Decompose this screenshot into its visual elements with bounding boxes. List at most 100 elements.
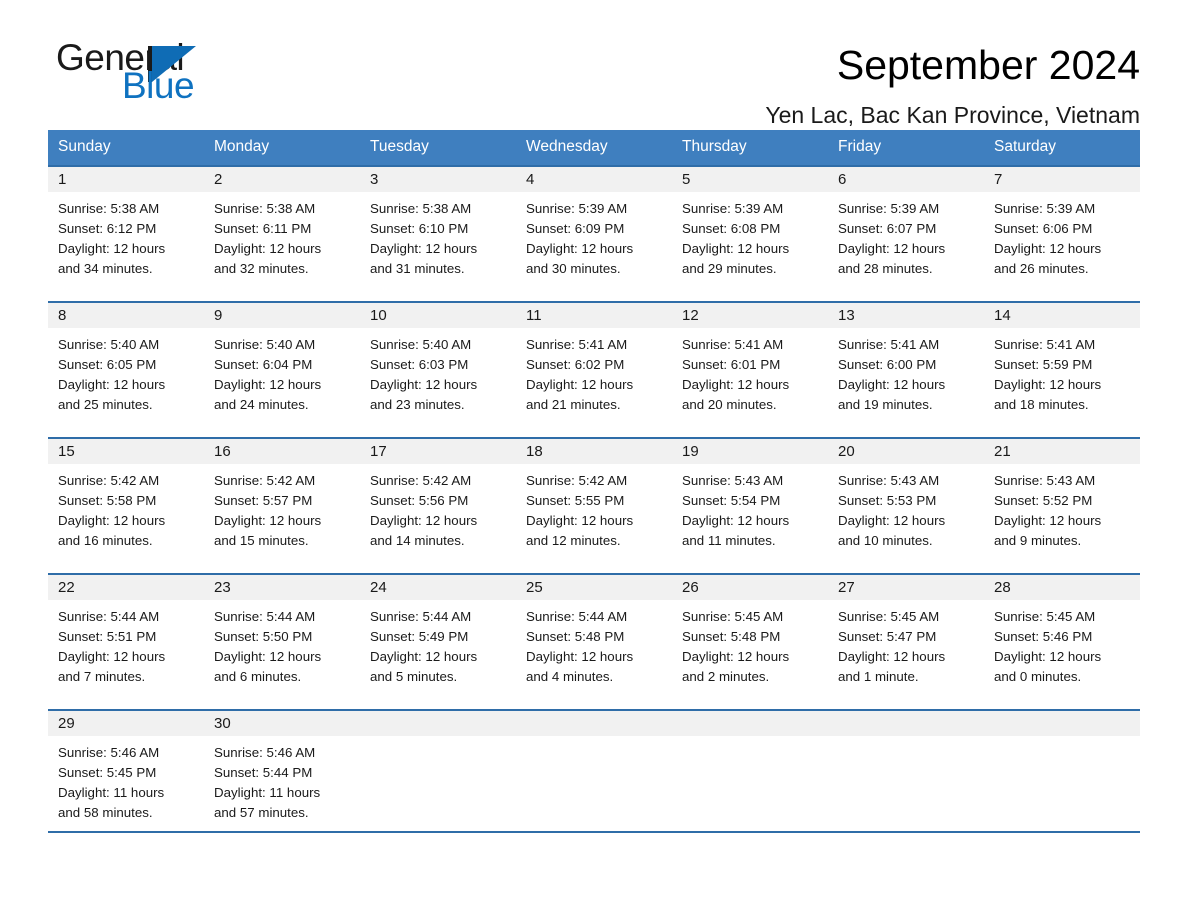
sunset-text: Sunset: 5:46 PM bbox=[994, 629, 1093, 644]
day-cell[interactable]: 8 Sunrise: 5:40 AM Sunset: 6:05 PM Dayli… bbox=[48, 303, 204, 437]
sunset-text: Sunset: 5:48 PM bbox=[526, 629, 625, 644]
sunrise-text: Sunrise: 5:41 AM bbox=[682, 337, 784, 352]
daylight-text-line2: and 1 minute. bbox=[838, 669, 919, 684]
day-number: 6 bbox=[828, 167, 984, 192]
day-cell[interactable]: 30 Sunrise: 5:46 AM Sunset: 5:44 PM Dayl… bbox=[204, 711, 360, 831]
day-cell[interactable]: 10 Sunrise: 5:40 AM Sunset: 6:03 PM Dayl… bbox=[360, 303, 516, 437]
sunrise-text: Sunrise: 5:40 AM bbox=[370, 337, 472, 352]
day-cell[interactable]: 4 Sunrise: 5:39 AM Sunset: 6:09 PM Dayli… bbox=[516, 167, 672, 301]
sunrise-text: Sunrise: 5:38 AM bbox=[214, 201, 316, 216]
generalblue-logo[interactable]: General Blue bbox=[48, 38, 248, 110]
location-subtitle: Yen Lac, Bac Kan Province, Vietnam bbox=[765, 102, 1140, 128]
day-details: Sunrise: 5:44 AM Sunset: 5:49 PM Dayligh… bbox=[360, 600, 516, 687]
daylight-text-line2: and 16 minutes. bbox=[58, 533, 153, 548]
daylight-text-line1: Daylight: 12 hours bbox=[682, 377, 790, 392]
daylight-text-line2: and 32 minutes. bbox=[214, 261, 309, 276]
day-cell[interactable]: 3 Sunrise: 5:38 AM Sunset: 6:10 PM Dayli… bbox=[360, 167, 516, 301]
sunset-text: Sunset: 5:52 PM bbox=[994, 493, 1093, 508]
day-cell[interactable]: 15 Sunrise: 5:42 AM Sunset: 5:58 PM Dayl… bbox=[48, 439, 204, 573]
day-cell[interactable]: 29 Sunrise: 5:46 AM Sunset: 5:45 PM Dayl… bbox=[48, 711, 204, 831]
day-cell[interactable]: 12 Sunrise: 5:41 AM Sunset: 6:01 PM Dayl… bbox=[672, 303, 828, 437]
day-cell[interactable]: 11 Sunrise: 5:41 AM Sunset: 6:02 PM Dayl… bbox=[516, 303, 672, 437]
sunset-text: Sunset: 5:54 PM bbox=[682, 493, 781, 508]
day-cell[interactable]: 13 Sunrise: 5:41 AM Sunset: 6:00 PM Dayl… bbox=[828, 303, 984, 437]
daylight-text-line1: Daylight: 12 hours bbox=[58, 377, 166, 392]
sunset-text: Sunset: 5:53 PM bbox=[838, 493, 937, 508]
sunrise-text: Sunrise: 5:40 AM bbox=[58, 337, 160, 352]
sunset-text: Sunset: 5:59 PM bbox=[994, 357, 1093, 372]
daylight-text-line1: Daylight: 12 hours bbox=[370, 241, 478, 256]
sunrise-text: Sunrise: 5:41 AM bbox=[994, 337, 1096, 352]
daylight-text-line1: Daylight: 12 hours bbox=[370, 649, 478, 664]
sunrise-text: Sunrise: 5:42 AM bbox=[526, 473, 628, 488]
sunset-text: Sunset: 6:10 PM bbox=[370, 221, 469, 236]
day-cell[interactable]: 26 Sunrise: 5:45 AM Sunset: 5:48 PM Dayl… bbox=[672, 575, 828, 709]
day-cell[interactable]: 14 Sunrise: 5:41 AM Sunset: 5:59 PM Dayl… bbox=[984, 303, 1140, 437]
day-cell[interactable]: 19 Sunrise: 5:43 AM Sunset: 5:54 PM Dayl… bbox=[672, 439, 828, 573]
day-details: Sunrise: 5:46 AM Sunset: 5:45 PM Dayligh… bbox=[48, 736, 204, 823]
day-cell[interactable]: 9 Sunrise: 5:40 AM Sunset: 6:04 PM Dayli… bbox=[204, 303, 360, 437]
day-details: Sunrise: 5:46 AM Sunset: 5:44 PM Dayligh… bbox=[204, 736, 360, 823]
daylight-text-line1: Daylight: 12 hours bbox=[838, 241, 946, 256]
daylight-text-line1: Daylight: 12 hours bbox=[838, 513, 946, 528]
daylight-text-line2: and 0 minutes. bbox=[994, 669, 1082, 684]
daylight-text-line1: Daylight: 12 hours bbox=[526, 241, 634, 256]
calendar-week-row: 15 Sunrise: 5:42 AM Sunset: 5:58 PM Dayl… bbox=[48, 437, 1140, 573]
daylight-text-line1: Daylight: 11 hours bbox=[58, 785, 165, 800]
day-details: Sunrise: 5:42 AM Sunset: 5:57 PM Dayligh… bbox=[204, 464, 360, 551]
daylight-text-line2: and 34 minutes. bbox=[58, 261, 153, 276]
day-cell[interactable]: 17 Sunrise: 5:42 AM Sunset: 5:56 PM Dayl… bbox=[360, 439, 516, 573]
day-number bbox=[516, 711, 672, 736]
day-cell[interactable]: 22 Sunrise: 5:44 AM Sunset: 5:51 PM Dayl… bbox=[48, 575, 204, 709]
day-number: 20 bbox=[828, 439, 984, 464]
day-cell[interactable]: 25 Sunrise: 5:44 AM Sunset: 5:48 PM Dayl… bbox=[516, 575, 672, 709]
day-cell[interactable]: 7 Sunrise: 5:39 AM Sunset: 6:06 PM Dayli… bbox=[984, 167, 1140, 301]
day-cell[interactable]: 24 Sunrise: 5:44 AM Sunset: 5:49 PM Dayl… bbox=[360, 575, 516, 709]
daylight-text-line2: and 25 minutes. bbox=[58, 397, 153, 412]
day-details: Sunrise: 5:41 AM Sunset: 5:59 PM Dayligh… bbox=[984, 328, 1140, 415]
sunset-text: Sunset: 5:49 PM bbox=[370, 629, 469, 644]
daylight-text-line2: and 21 minutes. bbox=[526, 397, 621, 412]
day-details: Sunrise: 5:45 AM Sunset: 5:46 PM Dayligh… bbox=[984, 600, 1140, 687]
day-details: Sunrise: 5:44 AM Sunset: 5:50 PM Dayligh… bbox=[204, 600, 360, 687]
sunset-text: Sunset: 6:05 PM bbox=[58, 357, 157, 372]
day-cell[interactable]: 18 Sunrise: 5:42 AM Sunset: 5:55 PM Dayl… bbox=[516, 439, 672, 573]
sunset-text: Sunset: 5:47 PM bbox=[838, 629, 937, 644]
day-number: 13 bbox=[828, 303, 984, 328]
sunrise-text: Sunrise: 5:43 AM bbox=[994, 473, 1096, 488]
sunrise-text: Sunrise: 5:42 AM bbox=[370, 473, 472, 488]
weekday-header-monday: Monday bbox=[214, 138, 270, 155]
daylight-text-line1: Daylight: 12 hours bbox=[838, 649, 946, 664]
day-cell[interactable]: 6 Sunrise: 5:39 AM Sunset: 6:07 PM Dayli… bbox=[828, 167, 984, 301]
daylight-text-line2: and 14 minutes. bbox=[370, 533, 465, 548]
day-details: Sunrise: 5:45 AM Sunset: 5:48 PM Dayligh… bbox=[672, 600, 828, 687]
sunset-text: Sunset: 5:51 PM bbox=[58, 629, 157, 644]
day-cell[interactable]: 1 Sunrise: 5:38 AM Sunset: 6:12 PM Dayli… bbox=[48, 167, 204, 301]
day-cell[interactable]: 21 Sunrise: 5:43 AM Sunset: 5:52 PM Dayl… bbox=[984, 439, 1140, 573]
weekday-header-wednesday: Wednesday bbox=[526, 138, 608, 155]
day-number: 28 bbox=[984, 575, 1140, 600]
day-cell[interactable]: 20 Sunrise: 5:43 AM Sunset: 5:53 PM Dayl… bbox=[828, 439, 984, 573]
sunset-text: Sunset: 5:55 PM bbox=[526, 493, 625, 508]
day-number: 19 bbox=[672, 439, 828, 464]
daylight-text-line1: Daylight: 12 hours bbox=[526, 649, 634, 664]
day-details: Sunrise: 5:39 AM Sunset: 6:09 PM Dayligh… bbox=[516, 192, 672, 279]
day-cell[interactable]: 5 Sunrise: 5:39 AM Sunset: 6:08 PM Dayli… bbox=[672, 167, 828, 301]
daylight-text-line2: and 31 minutes. bbox=[370, 261, 465, 276]
sunrise-text: Sunrise: 5:38 AM bbox=[370, 201, 472, 216]
day-cell[interactable]: 16 Sunrise: 5:42 AM Sunset: 5:57 PM Dayl… bbox=[204, 439, 360, 573]
day-cell[interactable]: 2 Sunrise: 5:38 AM Sunset: 6:11 PM Dayli… bbox=[204, 167, 360, 301]
day-cell[interactable]: 27 Sunrise: 5:45 AM Sunset: 5:47 PM Dayl… bbox=[828, 575, 984, 709]
logo-text-blue: Blue bbox=[122, 65, 195, 106]
page-header: General Blue September 2024 Yen Lac, Bac… bbox=[48, 0, 1140, 129]
sunrise-text: Sunrise: 5:39 AM bbox=[526, 201, 628, 216]
daylight-text-line2: and 58 minutes. bbox=[58, 805, 153, 820]
day-cell[interactable]: 23 Sunrise: 5:44 AM Sunset: 5:50 PM Dayl… bbox=[204, 575, 360, 709]
daylight-text-line1: Daylight: 12 hours bbox=[370, 377, 478, 392]
daylight-text-line2: and 30 minutes. bbox=[526, 261, 621, 276]
day-cell[interactable]: 28 Sunrise: 5:45 AM Sunset: 5:46 PM Dayl… bbox=[984, 575, 1140, 709]
sunrise-text: Sunrise: 5:44 AM bbox=[526, 609, 628, 624]
daylight-text-line2: and 26 minutes. bbox=[994, 261, 1089, 276]
day-details: Sunrise: 5:40 AM Sunset: 6:05 PM Dayligh… bbox=[48, 328, 204, 415]
day-number: 21 bbox=[984, 439, 1140, 464]
